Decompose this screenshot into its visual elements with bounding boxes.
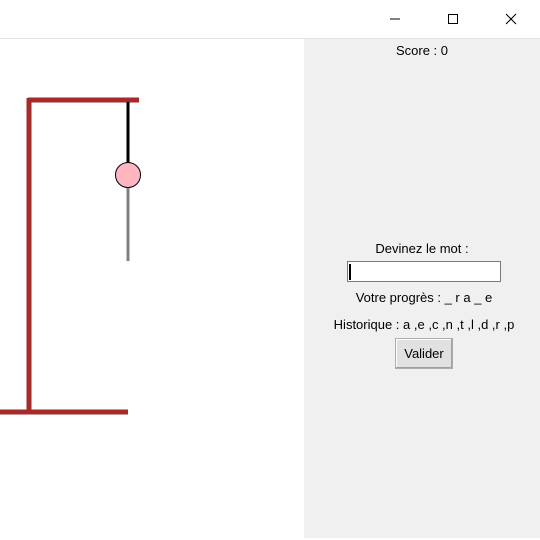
text-caret xyxy=(349,264,351,280)
minimize-button[interactable] xyxy=(366,0,424,38)
hangman-drawing xyxy=(0,97,141,415)
side-panel: Score : 0 Devinez le mot : Votre progrès… xyxy=(304,39,540,538)
guess-prompt-label: Devinez le mot : xyxy=(375,241,469,256)
hangman-head xyxy=(115,162,141,188)
guess-input[interactable] xyxy=(347,261,501,282)
close-button[interactable] xyxy=(482,0,540,38)
title-bar xyxy=(0,0,540,39)
close-icon xyxy=(505,13,517,25)
progress-label: Votre progrès : _ r a _ e xyxy=(355,290,493,305)
validate-button[interactable]: Valider xyxy=(395,338,453,369)
maximize-button[interactable] xyxy=(424,0,482,38)
hangman-canvas xyxy=(0,39,304,538)
score-label: Score : 0 xyxy=(395,43,449,58)
minimize-icon xyxy=(390,18,400,20)
maximize-icon xyxy=(448,14,458,24)
history-label: Historique : a ,e ,c ,n ,t ,l ,d ,r ,p xyxy=(333,317,515,332)
